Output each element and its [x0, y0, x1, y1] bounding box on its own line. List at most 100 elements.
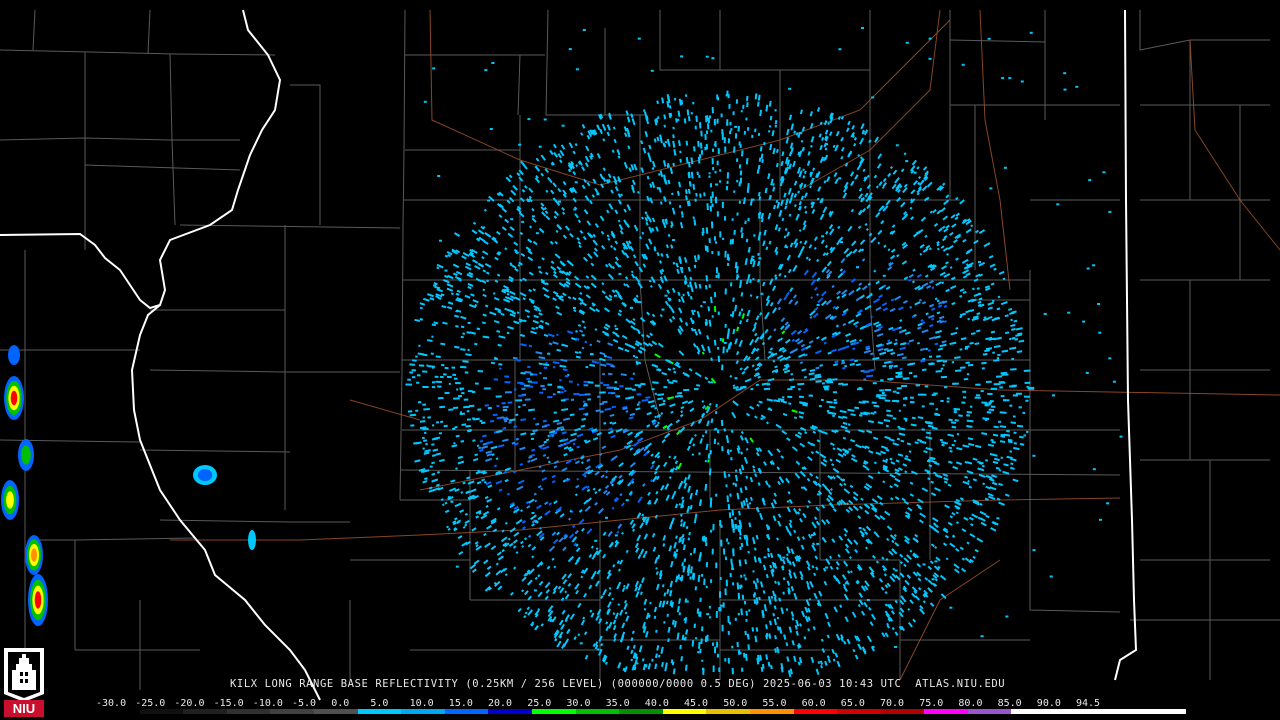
echo-pixel — [602, 372, 605, 376]
colorbar-swatch — [967, 709, 1012, 714]
echo-pixel — [570, 398, 575, 401]
echo-pixel — [568, 48, 572, 51]
echo-pixel — [700, 149, 704, 155]
echo-pixel — [760, 292, 764, 295]
colorbar-tick-label: 10.0 — [409, 698, 434, 709]
echo-pixel — [424, 431, 427, 435]
echo-pixel — [774, 109, 777, 112]
echo-pixel — [980, 390, 984, 393]
echo-pixel — [978, 292, 982, 295]
echo-pixel — [879, 389, 885, 392]
echo-pixel — [998, 420, 1002, 423]
niu-logo: NIU — [4, 648, 44, 717]
echo-pixel — [697, 650, 700, 654]
echo-pixel — [495, 395, 502, 398]
echo-pixel — [1086, 267, 1090, 270]
echo-pixel — [729, 121, 732, 126]
colorbar-tick-labels: -30.0 -25.0 -20.0 -15.0 -10.0 -5.0 0.0 5.0 10.0 1… — [96, 698, 1186, 709]
echo-pixel — [560, 399, 566, 402]
echo-pixel — [739, 170, 743, 176]
echo-pixel — [731, 645, 734, 649]
echo-pixel — [719, 520, 722, 527]
echo-pixel — [431, 386, 436, 389]
echo-pixel — [539, 372, 542, 375]
colorbar-tick-label: 0.0 — [331, 698, 350, 709]
echo-pixel — [735, 99, 739, 104]
echo-pixel — [1002, 399, 1008, 402]
echo-pixel — [689, 552, 693, 556]
colorbar-tick-label: 75.0 — [919, 698, 944, 709]
echo-pixel — [542, 388, 546, 391]
echo-pixel — [768, 351, 772, 354]
echo-pixel — [415, 355, 418, 358]
echo-pixel — [711, 191, 714, 198]
echo-pixel — [734, 133, 738, 139]
echo-pixel — [411, 369, 416, 372]
echo-pixel — [751, 134, 754, 138]
echo-pixel — [978, 261, 981, 263]
echo-pixel — [894, 569, 898, 572]
echo-pixel — [572, 307, 576, 309]
echo-pixel — [981, 401, 988, 404]
echo-pixel — [713, 236, 717, 241]
echo-pixel — [924, 385, 929, 388]
echo-pixel — [811, 534, 814, 537]
echo-pixel — [905, 41, 909, 44]
echo-pixel — [1085, 371, 1089, 374]
echo-pixel — [518, 394, 524, 397]
echo-pixel — [422, 370, 428, 373]
echo-pixel — [768, 125, 772, 128]
colorbar-tick-label: 85.0 — [997, 698, 1022, 709]
echo-pixel — [729, 449, 733, 452]
echo-pixel — [694, 388, 699, 391]
echo-pixel — [412, 376, 416, 379]
echo-pixel — [708, 172, 711, 175]
echo-pixel — [573, 208, 577, 211]
echo-pixel — [825, 566, 829, 569]
echo-pixel — [729, 130, 732, 135]
echo-pixel — [724, 556, 728, 561]
colorbar-tick-label: -30.0 — [96, 698, 127, 709]
echo-pixel — [724, 658, 727, 662]
echo-pixel — [1003, 166, 1007, 169]
echo-pixel — [917, 393, 923, 396]
echo-pixel — [712, 642, 715, 646]
echo-pixel — [1099, 518, 1102, 521]
colorbar-tick-label: 40.0 — [644, 698, 669, 709]
echo-pixel — [666, 379, 670, 382]
echo-pixel — [1012, 394, 1018, 397]
echo-pixel — [673, 97, 677, 101]
echo-pixel — [597, 395, 601, 398]
echo-pixel — [1097, 303, 1101, 305]
echo-pixel — [651, 388, 655, 391]
echo-pixel — [961, 63, 965, 66]
colorbar-swatch — [749, 709, 794, 714]
echo-pixel — [416, 374, 421, 377]
echo-pixel — [896, 391, 900, 394]
echo-pixel — [1028, 387, 1035, 390]
echo-pixel — [405, 383, 413, 386]
echo-pixel — [1007, 399, 1010, 402]
echo-pixel — [861, 27, 864, 29]
echo-pixel — [438, 432, 442, 435]
echo-pixel — [731, 218, 734, 221]
echo-pixel — [707, 459, 710, 463]
echo-pixel — [732, 582, 735, 586]
echo-pixel — [717, 429, 720, 434]
echo-pixel — [744, 577, 747, 581]
echo-pixel — [587, 398, 591, 401]
echo-pixel — [716, 211, 719, 217]
echo-pixel — [737, 525, 741, 528]
echo-pixel — [913, 375, 918, 378]
echo-pixel — [763, 387, 771, 391]
echo-pixel — [725, 484, 728, 488]
echo-pixel — [711, 203, 714, 207]
echo-pixel — [975, 394, 981, 397]
echo-pixel — [672, 126, 675, 130]
echo-pixel — [594, 539, 598, 542]
echo-pixel — [1009, 337, 1012, 341]
echo-pixel — [963, 378, 969, 381]
echo-pixel — [863, 411, 867, 414]
echo-pixel — [700, 638, 703, 644]
echo-pixel — [724, 323, 727, 328]
